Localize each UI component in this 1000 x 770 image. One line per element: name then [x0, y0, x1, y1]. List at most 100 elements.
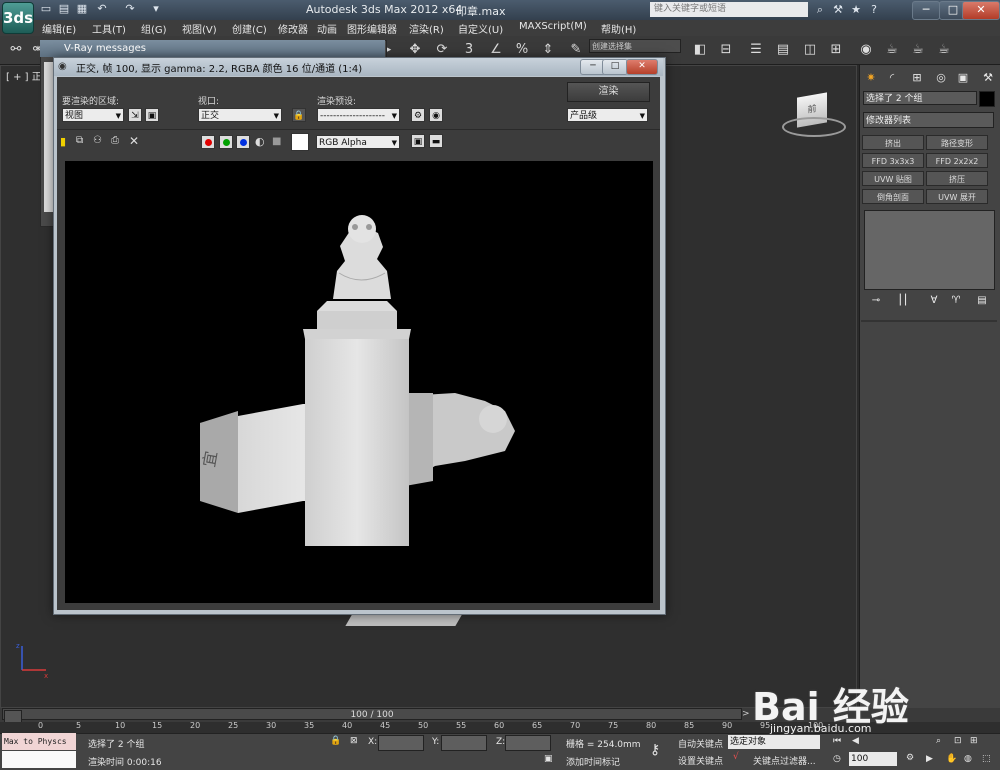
undo-icon[interactable]: ↶ — [94, 2, 110, 16]
red-channel-toggle[interactable] — [201, 135, 215, 149]
selection-name-field[interactable]: 选择了 2 个组 — [863, 91, 977, 105]
menu-customize[interactable]: 自定义(U) — [458, 21, 503, 36]
close-button[interactable]: ✕ — [962, 1, 1000, 20]
menu-help[interactable]: 帮助(H) — [601, 21, 636, 36]
time-config-icon[interactable]: ◷ — [833, 754, 841, 764]
y-coord-field[interactable] — [441, 735, 487, 751]
material-editor-icon[interactable]: ◉ — [856, 40, 876, 60]
viewport-dropdown[interactable]: 正交 — [198, 108, 282, 123]
create-tab-icon[interactable]: ✷ — [863, 70, 879, 86]
frame-close-button[interactable]: ✕ — [626, 59, 658, 75]
object-color-swatch[interactable] — [979, 91, 995, 107]
modifier-extrude-button[interactable]: 挤出 — [862, 135, 924, 150]
menu-edit[interactable]: 编辑(E) — [42, 21, 76, 36]
toggle-ui-overlay-icon[interactable]: ▣ — [411, 134, 425, 148]
selection-lock-icon[interactable]: 🔒 — [330, 736, 341, 746]
z-coord-field[interactable] — [505, 735, 551, 751]
menu-group[interactable]: 组(G) — [141, 21, 167, 36]
print-icon[interactable]: ⎙ — [111, 135, 119, 146]
render-production-icon[interactable]: ☕ — [934, 40, 954, 60]
menu-animation[interactable]: 动画 — [317, 21, 337, 36]
maximize-viewport-icon[interactable]: ⬚ — [982, 754, 991, 764]
remove-modifier-icon[interactable]: ♈ — [948, 295, 964, 309]
render-canvas[interactable]: 宜 — [65, 161, 653, 603]
green-channel-toggle[interactable] — [219, 135, 233, 149]
star-icon[interactable]: ★ — [848, 2, 864, 18]
time-configuration-icon[interactable]: ⚙ — [906, 753, 914, 763]
key-selection-dropdown[interactable]: 选定对象 — [728, 735, 820, 749]
open-file-icon[interactable]: ▤ — [56, 2, 72, 16]
zoom-extents-icon[interactable]: ⊡ — [954, 736, 962, 746]
previous-frame-icon[interactable]: ◀ — [852, 736, 859, 746]
motion-tab-icon[interactable]: ◎ — [933, 70, 949, 86]
help-icon[interactable]: ? — [866, 2, 882, 18]
clear-icon[interactable]: ✕ — [129, 134, 139, 148]
maxscript-listener-output[interactable]: Max to Physcs ( — [2, 733, 76, 763]
menu-rendering[interactable]: 渲染(R) — [409, 21, 444, 36]
minimize-button[interactable]: ─ — [912, 1, 940, 20]
channel-dropdown[interactable]: RGB Alpha — [316, 135, 400, 150]
modifier-uvw-map-button[interactable]: UVW 贴图 — [862, 171, 924, 186]
modifier-list-dropdown[interactable]: 修改器列表 — [863, 112, 994, 128]
key-filter-icon[interactable]: √ — [733, 752, 739, 762]
alpha-channel-icon[interactable]: ◐ — [255, 135, 265, 148]
app-logo-button[interactable]: 3ds — [2, 2, 34, 34]
copy-image-icon[interactable]: ⧉ — [76, 135, 83, 146]
show-end-result-icon[interactable]: ⎮⎮ — [895, 295, 911, 309]
blue-channel-toggle[interactable] — [236, 135, 250, 149]
redo-icon[interactable]: ↷ — [122, 2, 138, 16]
viewcube-compass[interactable] — [782, 117, 846, 137]
add-time-tag-button[interactable]: 添加时间标记 — [566, 755, 620, 768]
area-to-render-dropdown[interactable]: 视图 — [62, 108, 124, 123]
search-icon[interactable]: ⌕ — [812, 2, 828, 18]
swatch-color[interactable] — [291, 133, 309, 151]
display-tab-icon[interactable]: ▣ — [955, 70, 971, 86]
key-icon[interactable]: ⚷ — [650, 742, 660, 758]
render-button[interactable]: 渲染 — [567, 82, 650, 102]
go-to-start-icon[interactable]: ⏮ — [833, 736, 841, 746]
configure-modifier-sets-icon[interactable]: ▤ — [974, 295, 990, 309]
menu-maxscript[interactable]: MAXScript(M) — [519, 21, 587, 32]
save-image-icon[interactable]: ▮ — [60, 135, 66, 148]
auto-region-icon[interactable]: ▣ — [145, 108, 159, 122]
menu-tools[interactable]: 工具(T) — [92, 21, 126, 36]
current-frame-field[interactable]: 100 — [849, 752, 897, 766]
key-filters-button[interactable]: 关键点过滤器... — [753, 754, 816, 767]
field-of-view-icon[interactable]: ▶ — [926, 754, 933, 764]
modify-tab-icon[interactable]: ◜ — [884, 70, 900, 86]
time-tag-icon[interactable]: ▣ — [544, 754, 553, 764]
set-key-button[interactable]: 设置关键点 — [678, 754, 723, 767]
modifier-ffd222-button[interactable]: FFD 2x2x2 — [926, 153, 988, 168]
render-setup-icon-fb[interactable]: ⚙ — [411, 108, 425, 122]
lock-icon[interactable]: 🔒 — [292, 108, 306, 122]
menu-create[interactable]: 创建(C) — [232, 21, 267, 36]
environment-icon[interactable]: ◉ — [429, 108, 443, 122]
time-slider-handle[interactable]: 100 / 100 — [2, 708, 742, 720]
toggle-ui-icon[interactable]: ▬ — [429, 134, 443, 148]
modifier-bevel-profile-button[interactable]: 倒角剖面 — [862, 189, 924, 204]
chevron-down-icon[interactable]: ▾ — [148, 2, 164, 16]
orbit-icon[interactable]: ◍ — [964, 754, 972, 764]
hierarchy-tab-icon[interactable]: ⊞ — [909, 70, 925, 86]
layer-icon[interactable]: ☰ — [746, 40, 766, 60]
search-input[interactable]: 键入关键字或短语 — [650, 2, 808, 17]
pin-stack-icon[interactable]: ⊸ — [868, 295, 884, 309]
pan-icon[interactable]: ✋ — [946, 754, 957, 764]
render-frame-icon[interactable]: ☕ — [908, 40, 928, 60]
modifier-ffd333-button[interactable]: FFD 3x3x3 — [862, 153, 924, 168]
curve-editor-icon[interactable]: ◫ — [800, 40, 820, 60]
make-unique-icon[interactable]: ∀ — [926, 295, 942, 309]
clone-frame-icon[interactable]: ⚇ — [93, 135, 102, 146]
zoom-extents-all-icon[interactable]: ⊞ — [970, 736, 978, 746]
viewport-label[interactable]: [ + ] 正 — [6, 68, 42, 83]
x-coord-field[interactable] — [378, 735, 424, 751]
modifier-stack-list[interactable] — [864, 210, 995, 290]
user-icon[interactable]: ⚒ — [830, 2, 846, 18]
new-file-icon[interactable]: ▭ — [38, 2, 54, 16]
edit-region-icon[interactable]: ⇲ — [128, 108, 142, 122]
modifier-squeeze-button[interactable]: 挤压 — [926, 171, 988, 186]
render-quality-dropdown[interactable]: 产品级 — [567, 108, 648, 123]
render-setup-icon[interactable]: ☕ — [882, 40, 902, 60]
link-icon[interactable]: ⚯ — [6, 40, 26, 60]
auto-key-button[interactable]: 自动关键点 — [678, 737, 723, 750]
